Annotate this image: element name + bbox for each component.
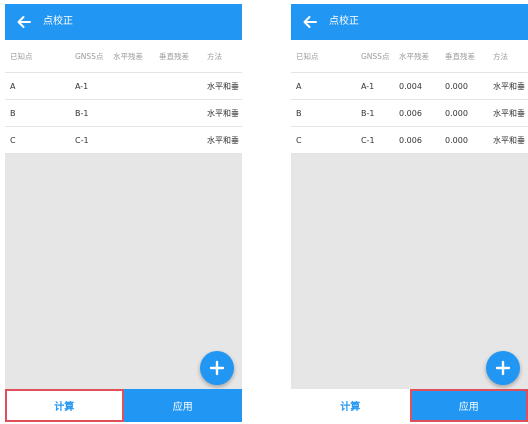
- method: 水平和垂: [493, 81, 525, 91]
- vertical-residual: [159, 100, 199, 126]
- vertical-residual: 0.000: [445, 81, 468, 91]
- header-horizontal-residual: 水平残差: [113, 51, 143, 61]
- table-row[interactable]: B B-1 水平和垂: [5, 100, 242, 127]
- vertical-residual: 0.000: [445, 135, 468, 145]
- back-button[interactable]: [300, 12, 320, 32]
- header-gnss-point: GNSS点: [75, 51, 104, 61]
- header-vertical-residual: 垂直残差: [445, 51, 475, 61]
- plus-icon: [209, 360, 225, 376]
- add-point-button[interactable]: [486, 351, 520, 385]
- calibration-table: 已知点 GNSS点 水平残差 垂直残差 方法 A A-1 水平和垂 B B-1 …: [5, 40, 242, 154]
- horizontal-residual: 0.006: [399, 135, 422, 145]
- gnss-point: C-1: [75, 135, 89, 145]
- header-gnss-point: GNSS点: [361, 51, 390, 61]
- horizontal-residual: [113, 100, 155, 126]
- bottom-action-bar: 计算 应用: [291, 389, 528, 422]
- header-known-point: 已知点: [10, 51, 33, 61]
- vertical-residual: 0.000: [445, 108, 468, 118]
- method: 水平和垂: [493, 135, 525, 145]
- gnss-point: B-1: [361, 108, 375, 118]
- page-title: 点校正: [43, 16, 73, 27]
- vertical-residual: [159, 127, 199, 153]
- table-header: 已知点 GNSS点 水平残差 垂直残差 方法: [291, 40, 528, 73]
- header-vertical-residual: 垂直残差: [159, 51, 189, 61]
- table-row[interactable]: B B-1 0.006 0.000 水平和垂: [291, 100, 528, 127]
- table-row[interactable]: C C-1 0.006 0.000 水平和垂: [291, 127, 528, 154]
- app-bar: 点校正: [291, 4, 528, 40]
- vertical-residual: [159, 73, 199, 99]
- page-title: 点校正: [329, 16, 359, 27]
- header-method: 方法: [207, 51, 222, 61]
- gnss-point: B-1: [75, 108, 89, 118]
- bottom-action-bar: 计算 应用: [5, 389, 242, 422]
- arrow-left-icon: [17, 16, 31, 28]
- horizontal-residual: [113, 127, 155, 153]
- apply-button[interactable]: 应用: [123, 389, 242, 422]
- add-point-button[interactable]: [200, 351, 234, 385]
- gnss-point: A-1: [75, 81, 89, 91]
- known-point: C: [296, 135, 302, 145]
- known-point: C: [10, 135, 16, 145]
- known-point: A: [296, 81, 302, 91]
- table-row[interactable]: C C-1 水平和垂: [5, 127, 242, 154]
- horizontal-residual: 0.006: [399, 108, 422, 118]
- method: 水平和垂: [207, 81, 239, 91]
- arrow-left-icon: [303, 16, 317, 28]
- method: 水平和垂: [207, 135, 239, 145]
- header-method: 方法: [493, 51, 508, 61]
- header-known-point: 已知点: [296, 51, 319, 61]
- horizontal-residual: 0.004: [399, 81, 422, 91]
- calculate-button[interactable]: 计算: [291, 389, 410, 422]
- calculate-button[interactable]: 计算: [5, 389, 124, 422]
- gnss-point: C-1: [361, 135, 375, 145]
- plus-icon: [495, 360, 511, 376]
- phone-screen-after: 点校正 已知点 GNSS点 水平残差 垂直残差 方法 A A-1 0.004 0…: [291, 4, 528, 422]
- known-point: B: [296, 108, 302, 118]
- table-row[interactable]: A A-1 0.004 0.000 水平和垂: [291, 73, 528, 100]
- method: 水平和垂: [207, 108, 239, 118]
- table-header: 已知点 GNSS点 水平残差 垂直残差 方法: [5, 40, 242, 73]
- back-button[interactable]: [14, 12, 34, 32]
- known-point: B: [10, 108, 16, 118]
- horizontal-residual: [113, 73, 155, 99]
- gnss-point: A-1: [361, 81, 375, 91]
- phone-screen-before: 点校正 已知点 GNSS点 水平残差 垂直残差 方法 A A-1 水平和垂 B …: [5, 4, 242, 422]
- app-bar: 点校正: [5, 4, 242, 40]
- method: 水平和垂: [493, 108, 525, 118]
- header-horizontal-residual: 水平残差: [399, 51, 429, 61]
- known-point: A: [10, 81, 16, 91]
- apply-button[interactable]: 应用: [409, 389, 528, 422]
- table-row[interactable]: A A-1 水平和垂: [5, 73, 242, 100]
- calibration-table: 已知点 GNSS点 水平残差 垂直残差 方法 A A-1 0.004 0.000…: [291, 40, 528, 154]
